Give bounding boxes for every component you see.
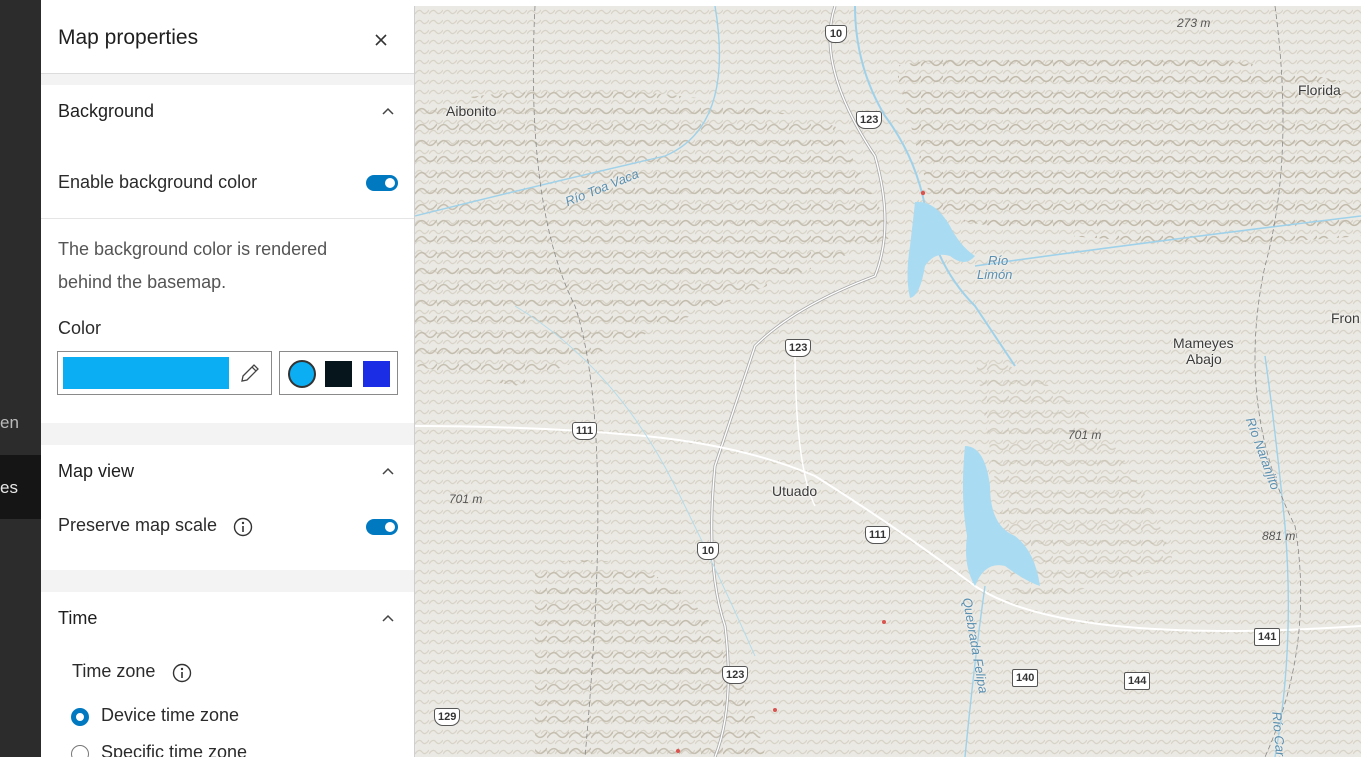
terrain-basemap: [415, 6, 1361, 757]
map-place-label: Florida: [1298, 82, 1341, 98]
time-zone-label: Time zone: [72, 661, 156, 681]
device-time-zone-label[interactable]: Device time zone: [101, 705, 239, 726]
map-view-section: Map view Preserve map scale: [41, 445, 414, 570]
chevron-up-icon[interactable]: [381, 465, 395, 479]
nav-item-partial[interactable]: en: [0, 413, 19, 433]
route-shield: 10: [697, 542, 719, 560]
color-picker-field[interactable]: [57, 351, 272, 395]
map-place-label: Abajo: [1186, 351, 1222, 367]
map-view-section-title[interactable]: Map view: [58, 461, 134, 482]
route-shield: 141: [1254, 628, 1281, 646]
map-elevation-label: 701 m: [1068, 428, 1102, 442]
panel-title: Map properties: [58, 26, 199, 49]
route-shield: 123: [856, 111, 883, 129]
swatch-black[interactable]: [325, 361, 352, 387]
pencil-icon[interactable]: [238, 361, 262, 385]
route-shield: 140: [1012, 669, 1039, 687]
color-label: Color: [58, 318, 102, 338]
route-shield: 111: [865, 526, 891, 544]
info-icon[interactable]: [233, 517, 253, 537]
info-icon[interactable]: [172, 663, 192, 683]
map-place-label: Mameyes: [1173, 335, 1234, 351]
route-shield: 129: [434, 708, 461, 726]
chevron-up-icon[interactable]: [381, 612, 395, 626]
map-elevation-label: 701 m: [449, 492, 483, 506]
recent-color-swatches: [279, 351, 398, 395]
background-section-title[interactable]: Background: [58, 101, 154, 122]
close-icon[interactable]: [371, 30, 391, 50]
enable-background-toggle[interactable]: [366, 175, 398, 191]
map-place-label: Fron: [1331, 310, 1360, 326]
map-water-label: Río: [988, 253, 1009, 268]
current-color-swatch[interactable]: [63, 357, 229, 389]
preserve-scale-toggle[interactable]: [366, 519, 398, 535]
map-place-label: Utuado: [772, 483, 818, 499]
radio-specific-time-zone[interactable]: [71, 745, 89, 757]
route-shield: 10: [825, 25, 847, 43]
chevron-up-icon[interactable]: [381, 105, 395, 119]
route-shield: 144: [1124, 672, 1151, 690]
route-shield: 123: [785, 339, 812, 357]
divider: [41, 218, 414, 219]
nav-item-label: en: [0, 413, 19, 432]
nav-item-label: es: [0, 478, 18, 497]
map-place-label: Aibonito: [446, 103, 497, 119]
time-section-title[interactable]: Time: [58, 608, 97, 629]
map-elevation-label: 881 m: [1262, 529, 1296, 543]
panel-header: Map properties: [41, 6, 414, 74]
radio-device-time-zone[interactable]: [71, 708, 89, 726]
route-shield: 111: [572, 422, 598, 440]
app-nav-bar: en es: [0, 0, 41, 757]
specific-time-zone-label[interactable]: Specific time zone: [101, 742, 247, 757]
swatch-light-blue[interactable]: [288, 360, 316, 388]
enable-background-label: Enable background color: [58, 172, 258, 192]
background-description: The background color is rendered behind …: [58, 239, 328, 292]
nav-item-properties[interactable]: es: [0, 478, 18, 498]
route-shield: 123: [722, 666, 749, 684]
map-elevation-label: 273 m: [1177, 16, 1211, 30]
time-section: Time Time zone Device time zone Specific…: [41, 592, 414, 757]
preserve-scale-label: Preserve map scale: [58, 515, 218, 535]
map-water-label: Limón: [977, 267, 1013, 282]
map-properties-panel: Map properties Background Enable backgro…: [41, 6, 415, 757]
map-view[interactable]: Aibonito Florida Mameyes Abajo Utuado Fr…: [415, 6, 1361, 757]
swatch-blue[interactable]: [363, 361, 390, 387]
